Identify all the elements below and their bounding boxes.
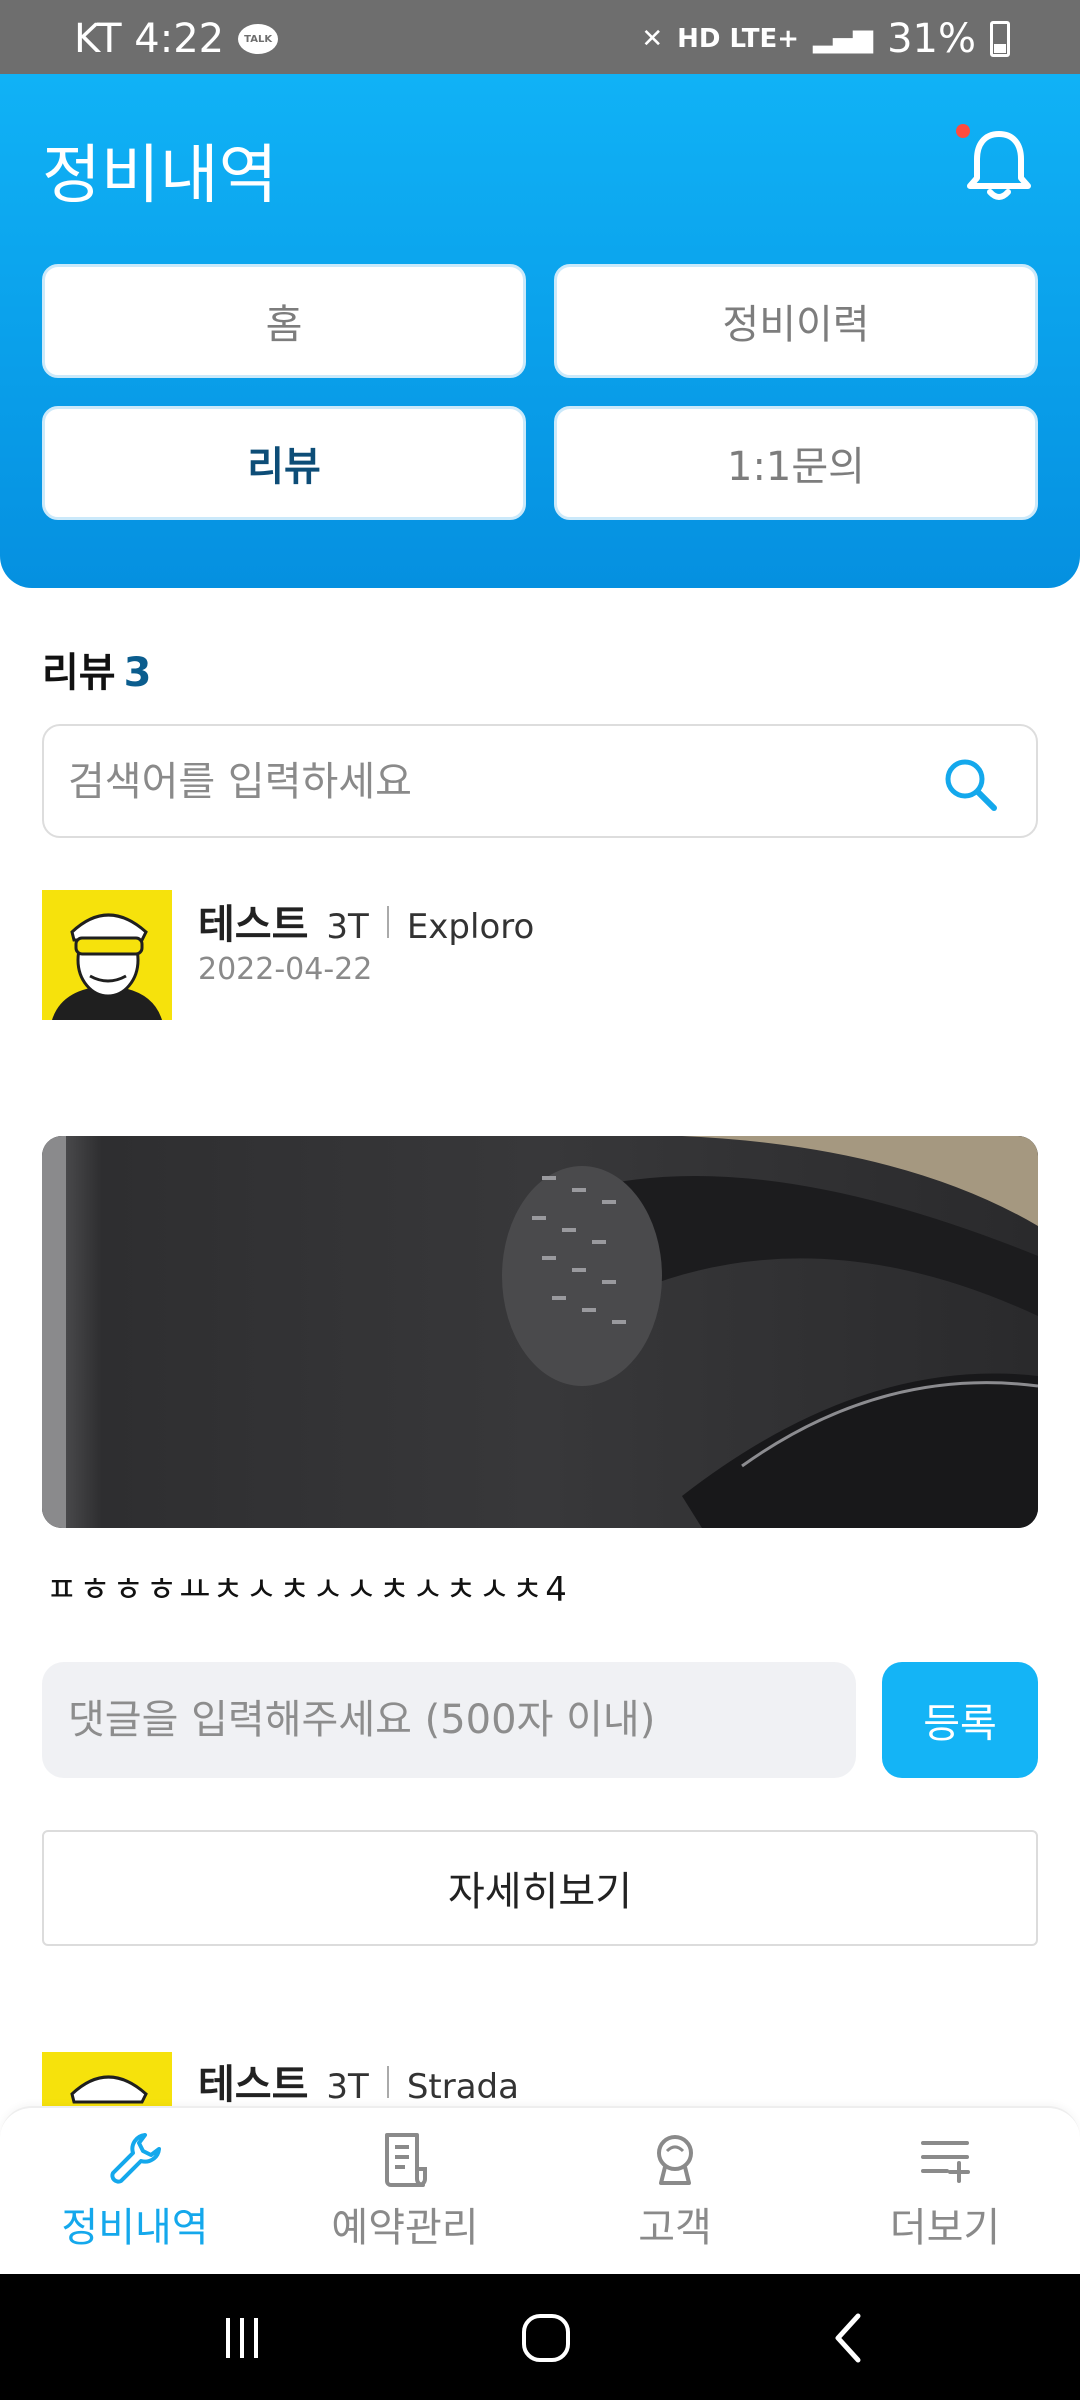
back-icon[interactable] (820, 2308, 880, 2368)
comment-input[interactable] (68, 1690, 838, 1750)
comment-box (42, 1662, 856, 1778)
tab-label: 더보기 (889, 2205, 1001, 2251)
bottom-nav: 정비내역 예약관리 고객 더보기 (0, 2106, 1080, 2274)
status-right: ✕ HD LTE+ ▂▄▆ 31% (641, 16, 1010, 62)
tab-more[interactable]: 더보기 (810, 2108, 1080, 2274)
review-count-heading: 리뷰 3 (42, 640, 151, 698)
nav-review-button[interactable]: 리뷰 (42, 406, 526, 520)
review-photo[interactable] (42, 1136, 1038, 1528)
bike-brand: 3T (326, 907, 369, 947)
view-detail-button[interactable]: 자세히보기 (42, 1830, 1038, 1946)
mute-icon: ✕ (641, 24, 664, 54)
search-input[interactable] (68, 752, 928, 812)
tab-reservation[interactable]: 예약관리 (270, 2108, 540, 2274)
battery-icon (990, 21, 1010, 57)
comment-submit-button[interactable]: 등록 (882, 1662, 1038, 1778)
nav-inquiry-button[interactable]: 1:1문의 (554, 406, 1038, 520)
signal-icon: ▂▄▆ (813, 24, 874, 54)
bike-brand: 3T (326, 2067, 369, 2107)
tab-label: 고객 (638, 2205, 712, 2251)
network-icon: HD LTE+ (677, 24, 800, 54)
review-image (42, 1136, 1038, 1528)
system-nav-bar (0, 2274, 1080, 2400)
tab-label: 정비내역 (61, 2205, 209, 2251)
reviewer-name: 테스트 (198, 2062, 309, 2108)
header: 정비내역 홈 정비이력 리뷰 1:1문의 (0, 74, 1080, 588)
page-title: 정비내역 (42, 139, 278, 213)
carrier-time: KT 4:22 (74, 16, 225, 62)
list-add-icon (921, 2141, 970, 2183)
avatar (42, 890, 172, 1020)
review-count: 3 (123, 650, 152, 696)
review-date: 2022-04-22 (198, 952, 373, 987)
search-box (42, 724, 1038, 838)
nav-home-button[interactable]: 홈 (42, 264, 526, 378)
reviewer-info: 테스트 3T Exploro (198, 892, 534, 950)
recent-apps-icon[interactable] (212, 2308, 272, 2368)
reviewer-info: 테스트 3T Strada (198, 2052, 519, 2110)
wrench-icon (110, 2133, 161, 2184)
cyclist-avatar-icon (42, 890, 172, 1020)
divider (386, 2066, 389, 2098)
review-label: 리뷰 (42, 650, 116, 696)
tab-customer[interactable]: 고객 (540, 2108, 810, 2274)
header-nav: 홈 정비이력 리뷰 1:1문의 (42, 264, 1038, 520)
bell-icon[interactable] (964, 126, 1034, 202)
review-text: ㅍㅎㅎㅎㅛㅊㅅㅊㅅㅅㅊㅅㅊㅅㅊ4 (46, 1570, 569, 1610)
status-left: KT 4:22 TALK (74, 16, 279, 62)
reviewer-name: 테스트 (198, 902, 309, 948)
search-icon[interactable] (940, 754, 1000, 814)
divider (386, 906, 389, 938)
tab-maintenance[interactable]: 정비내역 (0, 2108, 270, 2274)
battery-level: 31% (887, 16, 976, 62)
home-icon[interactable] (516, 2308, 576, 2368)
customer-badge-icon (657, 2135, 693, 2185)
tab-label: 예약관리 (331, 2205, 479, 2251)
status-bar: KT 4:22 TALK ✕ HD LTE+ ▂▄▆ 31% (0, 0, 1080, 74)
document-icon (385, 2133, 427, 2187)
nav-history-button[interactable]: 정비이력 (554, 264, 1038, 378)
bike-model: Exploro (406, 907, 535, 947)
bike-model: Strada (406, 2067, 519, 2107)
kakaotalk-icon: TALK (238, 24, 279, 54)
